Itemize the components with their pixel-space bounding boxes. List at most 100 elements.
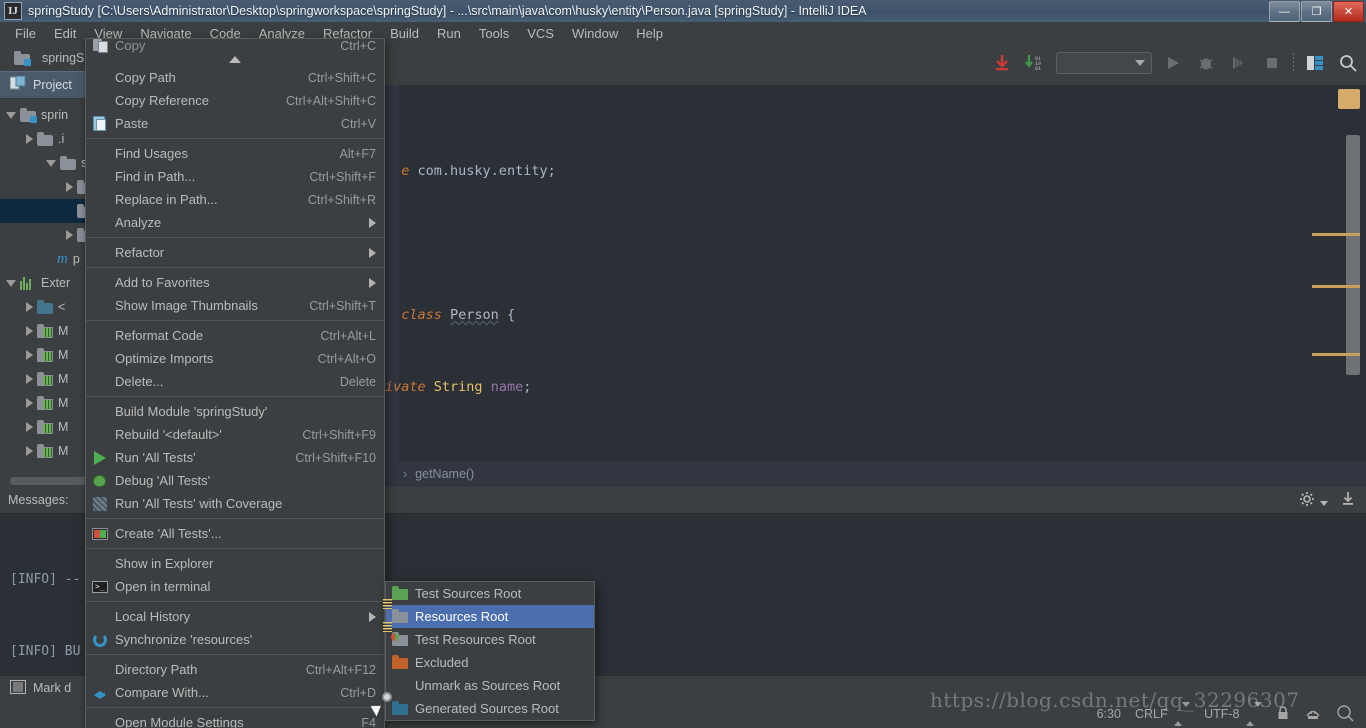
context-menu-item-replace-in-path[interactable]: Replace in Path... Ctrl+Shift+R <box>86 188 384 211</box>
lock-icon[interactable] <box>1276 705 1290 724</box>
bottom-tab-mark[interactable]: Mark d <box>10 679 71 697</box>
encoding-selector[interactable]: UTF-8 <box>1204 702 1262 727</box>
project-icon <box>9 75 26 95</box>
settings-gear-icon[interactable] <box>1299 491 1328 510</box>
context-menu-item-show-in-explorer[interactable]: Show in Explorer <box>86 552 384 575</box>
context-menu-item-local-history[interactable]: Local History <box>86 605 384 628</box>
chevron-right-icon[interactable] <box>26 398 33 408</box>
run-with-coverage-icon[interactable] <box>1227 51 1251 75</box>
chevron-right-icon[interactable] <box>26 446 33 456</box>
toolbar-separator <box>1293 53 1294 73</box>
submenu-item-generated-sources-root[interactable]: Generated Sources Root <box>382 691 594 720</box>
menu-file[interactable]: File <box>6 24 45 43</box>
context-menu-item-rebuild[interactable]: Rebuild '<default>' Ctrl+Shift+F9 <box>86 423 384 446</box>
code-editor[interactable]: e com.husky.entity; class Person { ivate… <box>385 85 1366 611</box>
context-menu-item-paste[interactable]: Paste Ctrl+V <box>86 112 384 135</box>
jar-icon <box>37 348 53 362</box>
menu-vcs[interactable]: VCS <box>518 24 563 43</box>
submenu-item-test-sources-root[interactable]: Test Sources Root <box>386 582 594 605</box>
chevron-down-icon[interactable] <box>6 279 16 287</box>
context-menu-separator <box>86 601 384 602</box>
context-menu-item-find-in-path[interactable]: Find in Path... Ctrl+Shift+F <box>86 165 384 188</box>
chevron-down-icon[interactable] <box>6 111 16 119</box>
submenu-item-label: Unmark as Sources Root <box>415 678 561 693</box>
toolbar-right-group: 01 10 01 <box>990 51 1360 75</box>
empty-icon-slot <box>92 275 108 291</box>
editor-vertical-scrollbar[interactable] <box>1346 135 1360 375</box>
project-panel-title: Project <box>33 78 72 92</box>
stop-icon[interactable] <box>1260 51 1284 75</box>
menu-run[interactable]: Run <box>428 24 470 43</box>
context-menu-item-copy-path[interactable]: Copy Path Ctrl+Shift+C <box>86 66 384 89</box>
debug-icon[interactable] <box>1194 51 1218 75</box>
context-menu-item-find-usages[interactable]: Find Usages Alt+F7 <box>86 142 384 165</box>
inspection-status-indicator[interactable] <box>1338 89 1360 109</box>
project-tree-horizontal-scrollbar[interactable] <box>10 477 90 485</box>
minimize-button[interactable]: — <box>1269 1 1300 22</box>
chevron-right-icon[interactable] <box>26 422 33 432</box>
search-icon[interactable] <box>1336 704 1354 725</box>
context-menu-item-shortcut: Ctrl+Shift+C <box>307 70 376 85</box>
caret-position[interactable]: 6:30 <box>1097 707 1121 721</box>
submenu-item-resources-root[interactable]: Resources Root <box>383 598 594 628</box>
chevron-right-icon[interactable] <box>26 350 33 360</box>
run-configuration-selector[interactable] <box>1056 52 1152 74</box>
chevron-down-icon[interactable] <box>46 159 56 167</box>
chevron-right-icon[interactable] <box>26 302 33 312</box>
menu-edit[interactable]: Edit <box>45 24 85 43</box>
context-menu-separator <box>86 548 384 549</box>
stripe-mark[interactable] <box>1312 285 1360 288</box>
context-menu-item-show-image-thumbnails[interactable]: Show Image Thumbnails Ctrl+Shift+T <box>86 294 384 317</box>
stripe-mark[interactable] <box>1312 233 1360 236</box>
maximize-button[interactable]: ❐ <box>1301 1 1332 22</box>
context-menu-item-build-module[interactable]: Build Module 'springStudy' <box>86 400 384 423</box>
context-menu-item-create-all-tests[interactable]: Create 'All Tests'... <box>86 522 384 545</box>
context-menu-separator <box>86 518 384 519</box>
context-menu-item-run-with-coverage[interactable]: Run 'All Tests' with Coverage <box>86 492 384 515</box>
tree-node-label: .i <box>58 132 65 146</box>
chevron-right-icon[interactable] <box>26 134 33 144</box>
context-menu-item-run-all-tests[interactable]: Run 'All Tests' Ctrl+Shift+F10 <box>86 446 384 469</box>
menu-tools[interactable]: Tools <box>470 24 518 43</box>
update-project-icon[interactable] <box>990 51 1014 75</box>
context-menu-separator <box>86 267 384 268</box>
menu-build[interactable]: Build <box>381 24 428 43</box>
context-menu-item-optimize-imports[interactable]: Optimize Imports Ctrl+Alt+O <box>86 347 384 370</box>
layout-icon[interactable] <box>1303 51 1327 75</box>
context-menu-item-copy[interactable]: Copy Ctrl+C <box>86 39 384 53</box>
submenu-item-unmark-as-sources-root[interactable]: Unmark as Sources Root <box>386 674 594 697</box>
context-menu-item-add-to-favorites[interactable]: Add to Favorites <box>86 271 384 294</box>
context-menu-item-open-in-terminal[interactable]: >_ Open in terminal <box>86 575 384 598</box>
context-menu-item-compare-with[interactable]: Compare With... Ctrl+D <box>86 681 384 704</box>
stripe-mark[interactable] <box>1312 353 1360 356</box>
context-menu-scroll-up[interactable] <box>86 53 384 66</box>
menu-help[interactable]: Help <box>627 24 672 43</box>
context-menu-item-delete[interactable]: Delete... Delete <box>86 370 384 393</box>
editor-breadcrumb[interactable]: › getName() <box>385 461 1366 487</box>
submenu-item-excluded[interactable]: Excluded <box>386 651 594 674</box>
export-icon[interactable] <box>1340 491 1356 510</box>
context-menu-item-refactor[interactable]: Refactor <box>86 241 384 264</box>
submenu-item-test-resources-root[interactable]: Test Resources Root <box>383 621 594 651</box>
line-separator-selector[interactable]: CRLF <box>1135 702 1191 727</box>
editor-error-stripe[interactable] <box>1300 85 1366 487</box>
hector-inspection-icon[interactable] <box>1304 705 1322 724</box>
close-button[interactable]: ✕ <box>1333 1 1364 22</box>
run-icon[interactable] <box>1161 51 1185 75</box>
menu-window[interactable]: Window <box>563 24 627 43</box>
context-menu-item-directory-path[interactable]: Directory Path Ctrl+Alt+F12 <box>86 658 384 681</box>
chevron-right-icon[interactable] <box>66 230 73 240</box>
chevron-right-icon[interactable] <box>66 182 73 192</box>
context-menu-item-analyze[interactable]: Analyze <box>86 211 384 234</box>
commit-icon[interactable]: 01 10 01 <box>1023 51 1047 75</box>
context-menu-item-open-module-settings[interactable]: Open Module Settings F4 <box>86 711 384 728</box>
empty-icon-slot <box>92 427 108 443</box>
chevron-down-icon <box>1254 702 1262 722</box>
context-menu-item-copy-reference[interactable]: Copy Reference Ctrl+Alt+Shift+C <box>86 89 384 112</box>
search-everywhere-icon[interactable] <box>1336 51 1360 75</box>
context-menu-item-debug-all-tests[interactable]: Debug 'All Tests' <box>86 469 384 492</box>
context-menu-item-synchronize[interactable]: Synchronize 'resources' <box>86 628 384 651</box>
chevron-right-icon[interactable] <box>26 326 33 336</box>
context-menu-item-reformat-code[interactable]: Reformat Code Ctrl+Alt+L <box>86 324 384 347</box>
chevron-right-icon[interactable] <box>26 374 33 384</box>
